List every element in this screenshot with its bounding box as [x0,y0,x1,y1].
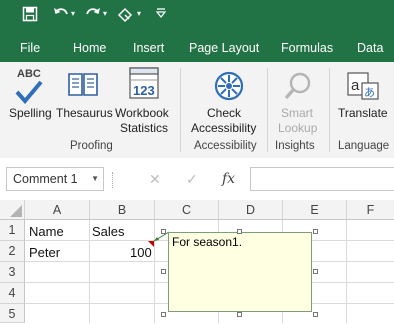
workbook-statistics-label-line2: Statistics [120,121,169,135]
chevron-down-icon[interactable]: ▼ [91,174,99,183]
smart-lookup-search-icon [283,71,313,104]
thesaurus-book-icon [67,71,99,100]
resize-handle-e[interactable] [313,269,318,274]
smart-lookup-label-line1: Smart [281,106,314,120]
spelling-abc-text: ABC [17,68,41,80]
check-accessibility-label-line1: Check [207,106,242,120]
gridline [346,220,347,323]
workbook-statistics-label-line1: Workbook [115,106,169,120]
gridline [89,220,90,323]
customize-qat-icon[interactable] [155,7,167,22]
ribbon-review: ABC Spelling Thesaurus 123 Workbook Stat… [0,62,394,159]
tab-insert[interactable]: Insert [133,41,164,55]
select-all-corner[interactable] [0,200,25,220]
group-label-insights: Insights [275,140,315,152]
row-header-3[interactable]: 3 [0,262,25,283]
smart-lookup-label-line2: Lookup [278,121,318,135]
ribbon-separator [329,68,330,152]
group-label-language: Language [338,140,390,152]
tab-file[interactable]: File [20,41,40,55]
row-header-5[interactable]: 5 [0,304,25,323]
name-box-grip[interactable] [112,172,115,188]
tab-page-layout[interactable]: Page Layout [189,41,259,55]
ribbon-tabs: File Home Insert Page Layout Formulas Da… [0,36,394,62]
check-accessibility-label-line2: Accessibility [191,121,257,135]
resize-handle-w[interactable] [161,269,166,274]
column-header-a[interactable]: A [25,200,90,220]
translate-label: Translate [338,106,388,120]
column-header-f[interactable]: F [347,200,394,220]
tab-home[interactable]: Home [73,41,106,55]
undo-dropdown-icon[interactable]: ▾ [71,9,75,18]
spelling-label: Spelling [9,106,52,120]
undo-icon[interactable] [52,6,70,25]
row-header-4[interactable]: 4 [0,283,25,304]
resize-handle-ne[interactable] [313,229,318,234]
cancel-icon[interactable]: ✕ [149,171,161,188]
resize-handle-se[interactable] [313,312,318,317]
row-header-1[interactable]: 1 [0,220,25,241]
comment-box[interactable]: For season1. [168,232,312,312]
resize-handle-sw[interactable] [161,312,166,317]
comment-text[interactable]: For season1. [172,235,242,249]
resize-handle-nw[interactable] [161,229,166,234]
title-bar: ▾ ▾ ▾ [0,0,394,36]
column-header-b[interactable]: B [90,200,155,220]
translate-icon: aあ [346,71,380,104]
insert-function-icon[interactable]: fx [222,171,235,187]
tab-formulas[interactable]: Formulas [281,41,333,55]
resize-handle-s[interactable] [237,312,242,317]
formula-input[interactable] [250,167,394,191]
resize-handle-n[interactable] [237,229,242,234]
touch-mode-icon[interactable] [116,6,134,27]
ribbon-separator [180,68,181,152]
svg-text:a: a [351,77,360,94]
save-icon[interactable] [22,6,38,25]
spelling-check-icon [14,80,44,107]
column-header-e[interactable]: E [283,200,347,220]
column-header-c[interactable]: C [155,200,219,220]
cell-b1[interactable]: Sales [92,224,125,239]
enter-icon[interactable]: ✓ [186,171,198,188]
cell-a2[interactable]: Peter [29,245,60,260]
formula-bar: Comment 1 ▼ ✕ ✓ fx [0,158,394,200]
touch-dropdown-icon[interactable]: ▾ [137,9,141,18]
group-label-accessibility: Accessibility [194,140,257,152]
cell-a1[interactable]: Name [29,224,64,239]
svg-text:あ: あ [364,86,375,99]
name-box-value: Comment 1 [13,172,78,186]
group-label-proofing: Proofing [70,140,113,152]
ribbon-separator [267,68,268,152]
accessibility-icon [213,70,245,105]
name-box[interactable]: Comment 1 ▼ [6,167,104,191]
redo-icon[interactable] [84,6,102,25]
row-header-2[interactable]: 2 [0,241,25,262]
workbook-statistics-numbers: 123 [133,83,155,98]
column-header-d[interactable]: D [219,200,283,220]
thesaurus-label: Thesaurus [56,106,113,120]
tab-data[interactable]: Data [357,41,383,55]
redo-dropdown-icon[interactable]: ▾ [103,9,107,18]
